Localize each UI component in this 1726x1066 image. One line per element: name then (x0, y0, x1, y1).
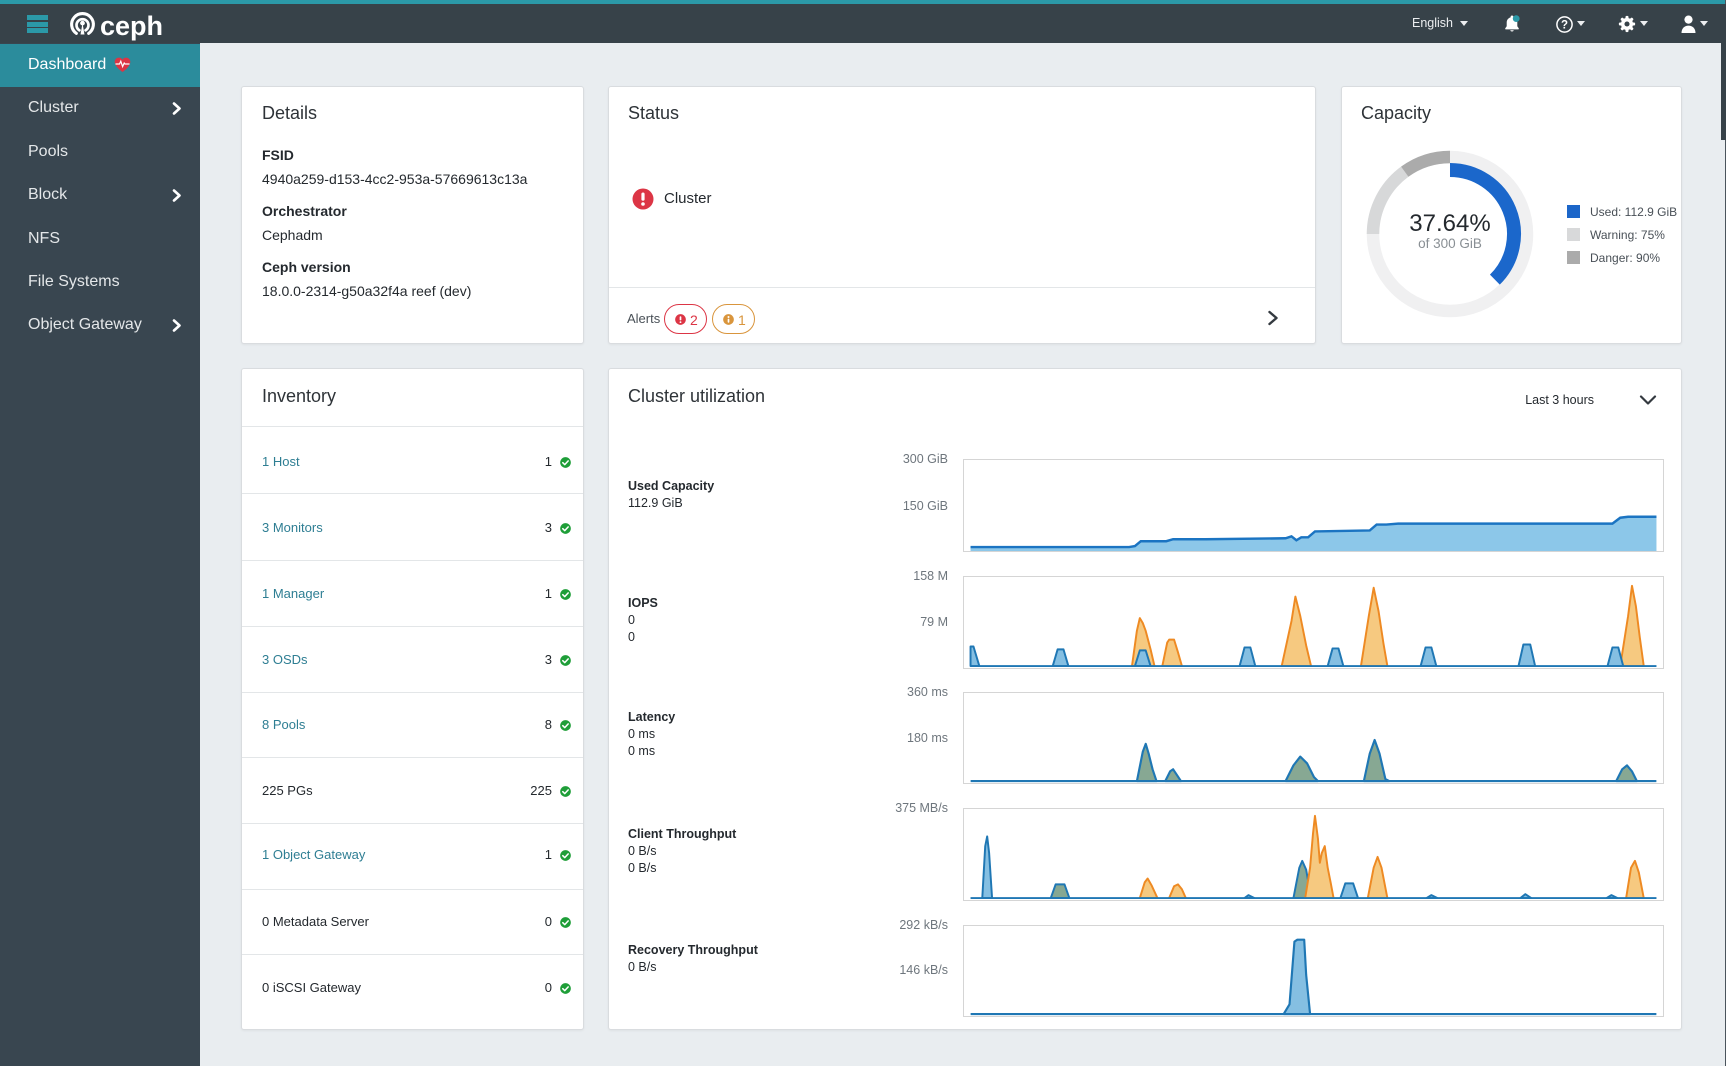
svg-text:?: ? (1561, 19, 1568, 31)
